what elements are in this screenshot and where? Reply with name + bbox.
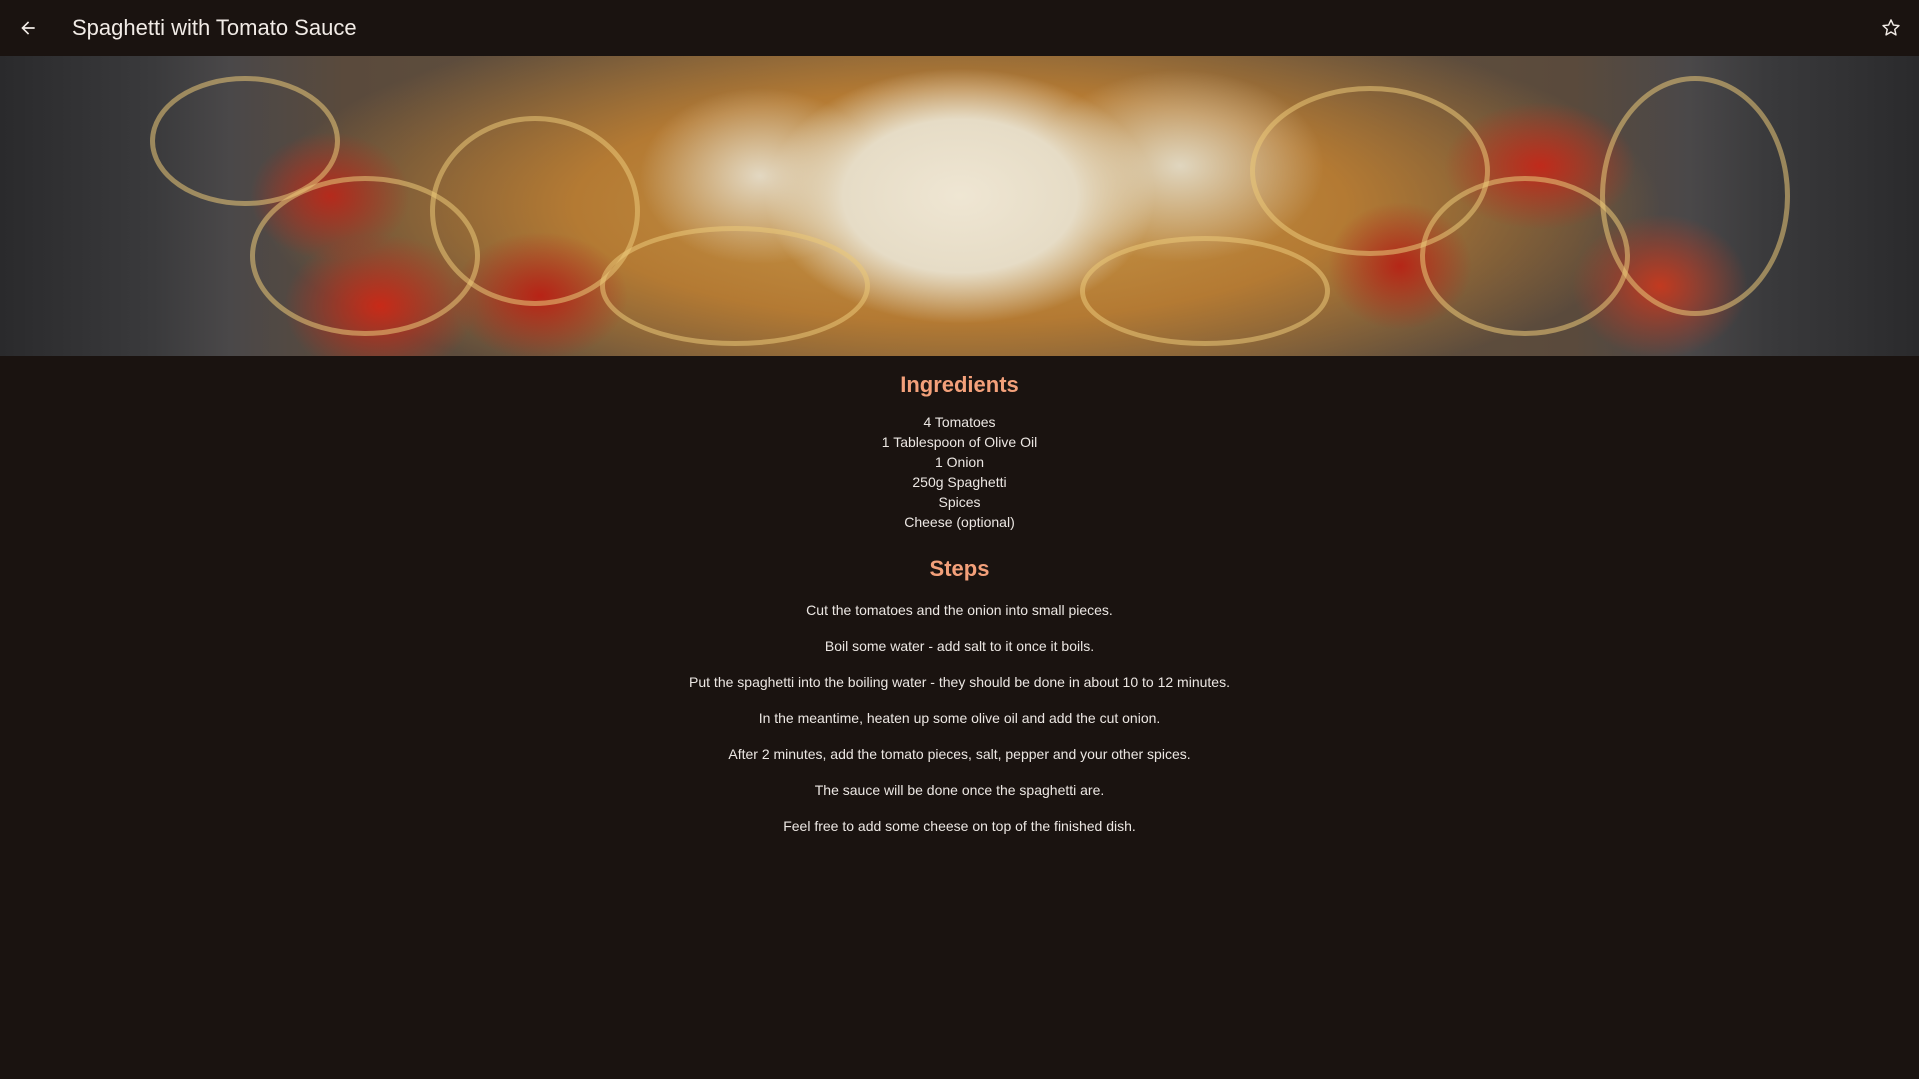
step-item: Cut the tomatoes and the onion into smal…: [806, 602, 1113, 618]
step-item: Feel free to add some cheese on top of t…: [783, 818, 1136, 834]
step-item: Put the spaghetti into the boiling water…: [689, 674, 1230, 690]
step-item: In the meantime, heaten up some olive oi…: [758, 710, 1161, 726]
step-item: The sauce will be done once the spaghett…: [814, 782, 1105, 798]
ingredients-heading: Ingredients: [900, 372, 1019, 397]
step-item: Boil some water - add salt to it once it…: [824, 638, 1095, 654]
step-item: After 2 minutes, add the tomato pieces, …: [728, 746, 1191, 762]
ingredient-item: 1 Tablespoon of Olive Oil: [881, 434, 1038, 450]
arrow-back-icon: [18, 18, 38, 38]
ingredient-item: 4 Tomatoes: [923, 414, 996, 430]
ingredients-list: 4 Tomatoes 1 Tablespoon of Olive Oil 1 O…: [0, 412, 1919, 532]
back-button[interactable]: [0, 0, 56, 56]
steps-heading: Steps: [929, 556, 990, 581]
recipe-hero-image: [0, 56, 1919, 356]
star-outline-icon: [1880, 17, 1902, 39]
page-title: Spaghetti with Tomato Sauce: [72, 15, 357, 40]
recipe-content: Ingredients 4 Tomatoes 1 Tablespoon of O…: [0, 356, 1919, 852]
ingredient-item: 1 Onion: [934, 454, 985, 470]
ingredient-item: Cheese (optional): [904, 514, 1015, 530]
ingredient-item: Spices: [938, 494, 981, 510]
app-bar: Spaghetti with Tomato Sauce: [0, 0, 1919, 56]
ingredient-item: 250g Spaghetti: [912, 474, 1007, 490]
favorite-button[interactable]: [1863, 0, 1919, 56]
steps-list: Cut the tomatoes and the onion into smal…: [0, 600, 1919, 836]
